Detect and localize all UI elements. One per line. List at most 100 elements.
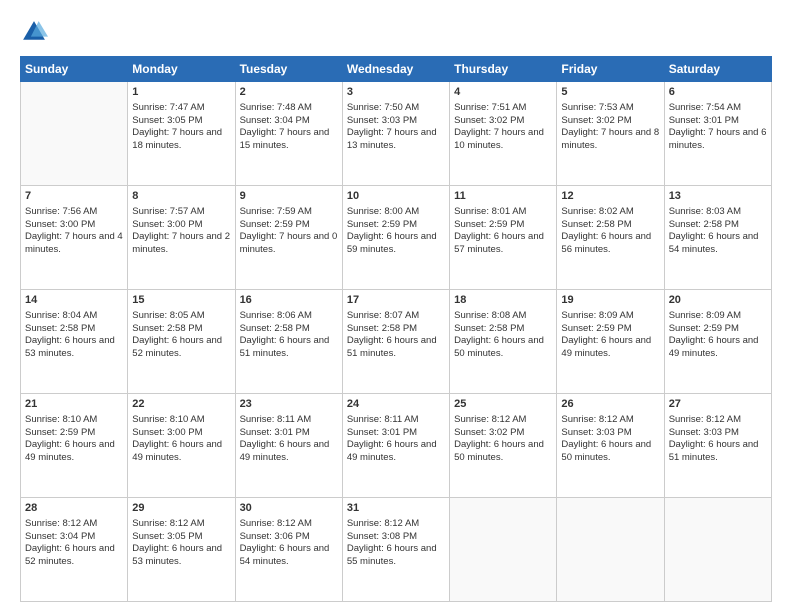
sunset-text: Sunset: 2:59 PM [561, 323, 631, 334]
daylight-text: Daylight: 7 hours and 18 minutes. [132, 127, 222, 151]
daylight-text: Daylight: 7 hours and 10 minutes. [454, 127, 544, 151]
calendar-cell [450, 498, 557, 602]
daylight-text: Daylight: 6 hours and 54 minutes. [240, 543, 330, 567]
day-number: 28 [25, 501, 123, 516]
sunrise-text: Sunrise: 8:02 AM [561, 206, 633, 217]
day-number: 18 [454, 293, 552, 308]
day-number: 25 [454, 397, 552, 412]
sunrise-text: Sunrise: 7:47 AM [132, 102, 204, 113]
day-number: 22 [132, 397, 230, 412]
day-number: 8 [132, 189, 230, 204]
week-row-2: 14 Sunrise: 8:04 AM Sunset: 2:58 PM Dayl… [21, 290, 772, 394]
daylight-text: Daylight: 6 hours and 53 minutes. [132, 543, 222, 567]
sunset-text: Sunset: 3:00 PM [132, 219, 202, 230]
calendar-cell: 21 Sunrise: 8:10 AM Sunset: 2:59 PM Dayl… [21, 394, 128, 498]
sunrise-text: Sunrise: 8:12 AM [240, 518, 312, 529]
sunrise-text: Sunrise: 8:10 AM [132, 414, 204, 425]
col-header-friday: Friday [557, 57, 664, 82]
daylight-text: Daylight: 6 hours and 49 minutes. [25, 439, 115, 463]
day-number: 20 [669, 293, 767, 308]
day-number: 3 [347, 85, 445, 100]
calendar-cell: 28 Sunrise: 8:12 AM Sunset: 3:04 PM Dayl… [21, 498, 128, 602]
calendar-cell: 2 Sunrise: 7:48 AM Sunset: 3:04 PM Dayli… [235, 82, 342, 186]
sunset-text: Sunset: 2:59 PM [669, 323, 739, 334]
daylight-text: Daylight: 6 hours and 52 minutes. [132, 335, 222, 359]
sunrise-text: Sunrise: 8:09 AM [561, 310, 633, 321]
sunset-text: Sunset: 3:01 PM [240, 427, 310, 438]
day-number: 5 [561, 85, 659, 100]
day-number: 7 [25, 189, 123, 204]
sunset-text: Sunset: 2:58 PM [132, 323, 202, 334]
sunrise-text: Sunrise: 7:51 AM [454, 102, 526, 113]
col-header-monday: Monday [128, 57, 235, 82]
sunrise-text: Sunrise: 7:56 AM [25, 206, 97, 217]
sunrise-text: Sunrise: 7:48 AM [240, 102, 312, 113]
daylight-text: Daylight: 6 hours and 54 minutes. [669, 231, 759, 255]
col-header-thursday: Thursday [450, 57, 557, 82]
sunset-text: Sunset: 3:01 PM [347, 427, 417, 438]
daylight-text: Daylight: 7 hours and 6 minutes. [669, 127, 767, 151]
sunset-text: Sunset: 2:59 PM [347, 219, 417, 230]
calendar-table: SundayMondayTuesdayWednesdayThursdayFrid… [20, 56, 772, 602]
day-number: 27 [669, 397, 767, 412]
calendar-cell: 30 Sunrise: 8:12 AM Sunset: 3:06 PM Dayl… [235, 498, 342, 602]
sunset-text: Sunset: 2:59 PM [25, 427, 95, 438]
daylight-text: Daylight: 6 hours and 50 minutes. [561, 439, 651, 463]
calendar-cell: 11 Sunrise: 8:01 AM Sunset: 2:59 PM Dayl… [450, 186, 557, 290]
day-number: 23 [240, 397, 338, 412]
sunset-text: Sunset: 2:58 PM [25, 323, 95, 334]
calendar-cell: 16 Sunrise: 8:06 AM Sunset: 2:58 PM Dayl… [235, 290, 342, 394]
day-number: 15 [132, 293, 230, 308]
calendar-cell: 26 Sunrise: 8:12 AM Sunset: 3:03 PM Dayl… [557, 394, 664, 498]
sunset-text: Sunset: 2:59 PM [240, 219, 310, 230]
sunset-text: Sunset: 2:58 PM [454, 323, 524, 334]
sunset-text: Sunset: 3:03 PM [561, 427, 631, 438]
day-number: 21 [25, 397, 123, 412]
sunrise-text: Sunrise: 8:05 AM [132, 310, 204, 321]
sunset-text: Sunset: 3:03 PM [347, 115, 417, 126]
sunrise-text: Sunrise: 8:12 AM [454, 414, 526, 425]
calendar-cell: 9 Sunrise: 7:59 AM Sunset: 2:59 PM Dayli… [235, 186, 342, 290]
sunrise-text: Sunrise: 8:00 AM [347, 206, 419, 217]
sunset-text: Sunset: 3:01 PM [669, 115, 739, 126]
calendar-cell: 27 Sunrise: 8:12 AM Sunset: 3:03 PM Dayl… [664, 394, 771, 498]
sunrise-text: Sunrise: 8:10 AM [25, 414, 97, 425]
calendar-cell [664, 498, 771, 602]
day-number: 16 [240, 293, 338, 308]
day-number: 13 [669, 189, 767, 204]
sunset-text: Sunset: 2:59 PM [454, 219, 524, 230]
day-number: 10 [347, 189, 445, 204]
calendar-cell: 3 Sunrise: 7:50 AM Sunset: 3:03 PM Dayli… [342, 82, 449, 186]
sunset-text: Sunset: 2:58 PM [669, 219, 739, 230]
calendar-cell: 25 Sunrise: 8:12 AM Sunset: 3:02 PM Dayl… [450, 394, 557, 498]
day-number: 26 [561, 397, 659, 412]
daylight-text: Daylight: 7 hours and 2 minutes. [132, 231, 230, 255]
sunrise-text: Sunrise: 8:01 AM [454, 206, 526, 217]
daylight-text: Daylight: 6 hours and 56 minutes. [561, 231, 651, 255]
daylight-text: Daylight: 6 hours and 53 minutes. [25, 335, 115, 359]
daylight-text: Daylight: 6 hours and 59 minutes. [347, 231, 437, 255]
week-row-3: 21 Sunrise: 8:10 AM Sunset: 2:59 PM Dayl… [21, 394, 772, 498]
sunrise-text: Sunrise: 8:09 AM [669, 310, 741, 321]
daylight-text: Daylight: 6 hours and 55 minutes. [347, 543, 437, 567]
calendar-cell: 20 Sunrise: 8:09 AM Sunset: 2:59 PM Dayl… [664, 290, 771, 394]
day-number: 1 [132, 85, 230, 100]
daylight-text: Daylight: 6 hours and 49 minutes. [669, 335, 759, 359]
sunrise-text: Sunrise: 7:53 AM [561, 102, 633, 113]
daylight-text: Daylight: 6 hours and 49 minutes. [240, 439, 330, 463]
sunset-text: Sunset: 2:58 PM [240, 323, 310, 334]
daylight-text: Daylight: 7 hours and 15 minutes. [240, 127, 330, 151]
calendar-cell: 14 Sunrise: 8:04 AM Sunset: 2:58 PM Dayl… [21, 290, 128, 394]
daylight-text: Daylight: 7 hours and 0 minutes. [240, 231, 338, 255]
calendar-cell: 4 Sunrise: 7:51 AM Sunset: 3:02 PM Dayli… [450, 82, 557, 186]
week-row-0: 1 Sunrise: 7:47 AM Sunset: 3:05 PM Dayli… [21, 82, 772, 186]
day-number: 9 [240, 189, 338, 204]
daylight-text: Daylight: 6 hours and 51 minutes. [240, 335, 330, 359]
calendar-cell: 5 Sunrise: 7:53 AM Sunset: 3:02 PM Dayli… [557, 82, 664, 186]
day-number: 24 [347, 397, 445, 412]
day-number: 29 [132, 501, 230, 516]
sunset-text: Sunset: 3:08 PM [347, 531, 417, 542]
calendar-cell: 23 Sunrise: 8:11 AM Sunset: 3:01 PM Dayl… [235, 394, 342, 498]
week-row-1: 7 Sunrise: 7:56 AM Sunset: 3:00 PM Dayli… [21, 186, 772, 290]
calendar-cell: 18 Sunrise: 8:08 AM Sunset: 2:58 PM Dayl… [450, 290, 557, 394]
